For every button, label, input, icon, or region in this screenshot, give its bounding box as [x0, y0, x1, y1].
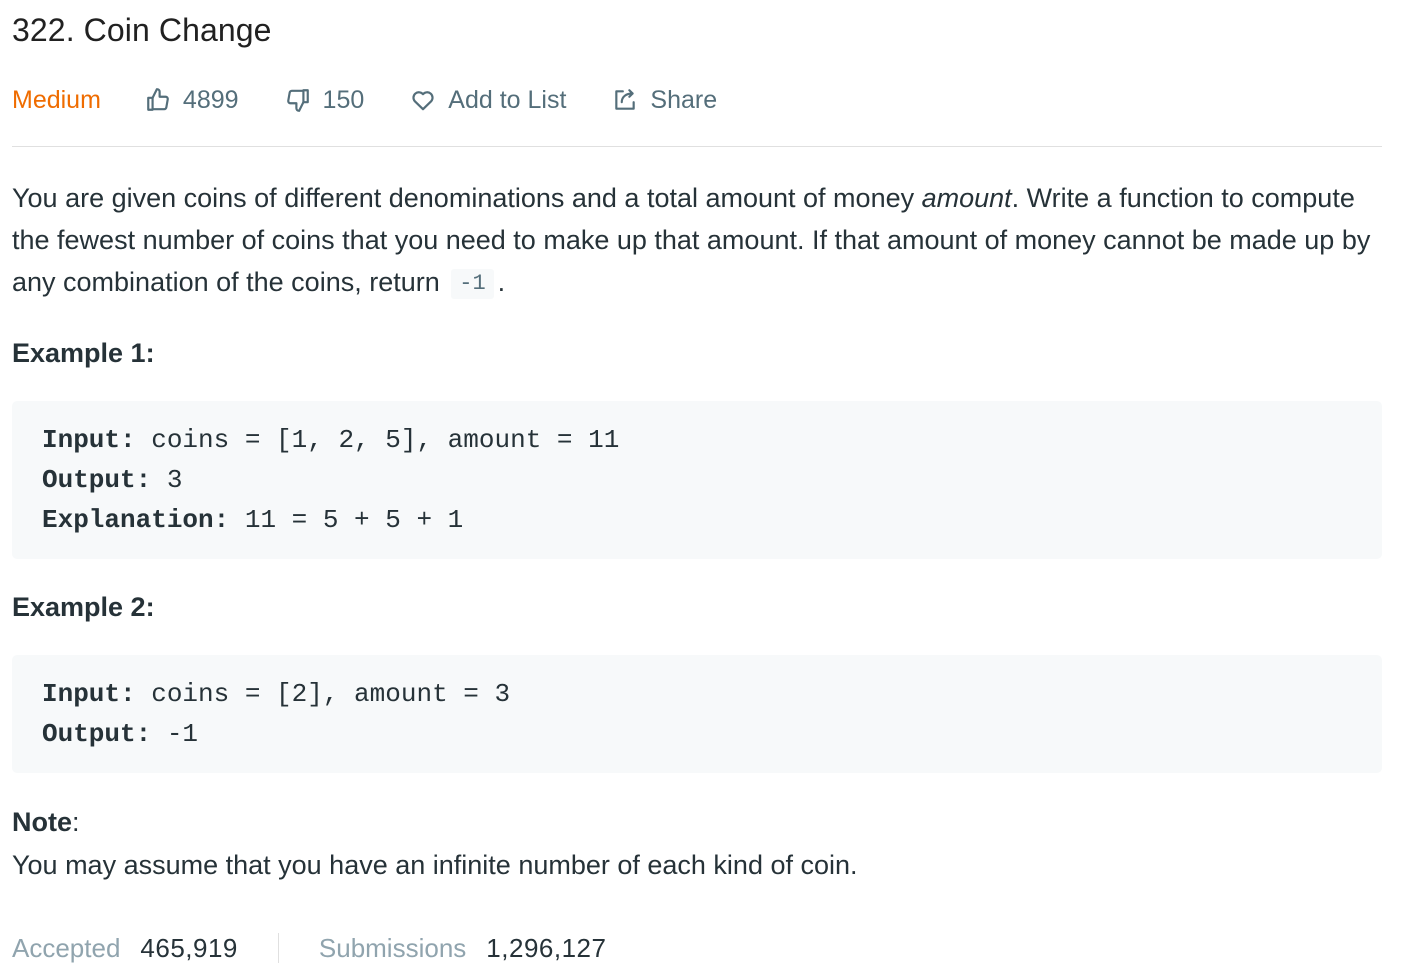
- stats-divider: [277, 933, 279, 963]
- example-1-output-value: 3: [151, 465, 183, 495]
- problem-page: 322. Coin Change Medium 4899 150 Add to …: [0, 0, 1418, 978]
- example-1-heading: Example 1:: [12, 338, 155, 368]
- description-text-3: .: [497, 267, 506, 297]
- submissions-value: 1,296,127: [486, 932, 607, 963]
- accepted-value: 465,919: [140, 932, 238, 963]
- problem-meta-row: Medium 4899 150 Add to List Share: [12, 78, 1382, 122]
- example-1-explanation-key: Explanation:: [42, 505, 230, 535]
- problem-title: 322. Coin Change: [12, 12, 272, 48]
- inline-code-minus-one: -1: [451, 269, 494, 299]
- note-text: You may assume that you have an infinite…: [12, 850, 858, 880]
- share-button[interactable]: Share: [612, 86, 717, 115]
- example-2-code-block: Input: coins = [2], amount = 3 Output: -1: [12, 655, 1382, 773]
- heart-icon: [412, 91, 434, 111]
- note-heading: Note:: [12, 803, 1382, 841]
- submissions-label: Submissions: [318, 932, 467, 963]
- example-1-input-line: Input: coins = [1, 2, 5], amount = 11: [42, 420, 1352, 460]
- add-to-list-label: Add to List: [448, 85, 567, 114]
- example-2-heading: Example 2:: [12, 592, 155, 622]
- example-1-code-block: Input: coins = [1, 2, 5], amount = 11 Out…: [12, 401, 1382, 559]
- dislike-count: 150: [322, 85, 365, 114]
- share-icon: [615, 89, 636, 110]
- example-2-output-key: Output:: [42, 719, 152, 749]
- dislike-button[interactable]: 150: [285, 85, 365, 115]
- example-2-input-line: Input: coins = [2], amount = 3: [42, 674, 1352, 714]
- accepted-label: Accepted: [12, 932, 121, 963]
- example-1-input-key: Input:: [42, 425, 136, 455]
- submission-stats: Accepted 465,919 Submissions 1,296,127: [12, 928, 606, 968]
- example-1-explanation-line: Explanation: 11 = 5 + 5 + 1: [42, 500, 1352, 540]
- example-1-input-value: coins = [1, 2, 5], amount = 11: [135, 425, 620, 455]
- note-heading-colon: :: [72, 807, 80, 837]
- example-2-input-key: Input:: [42, 679, 136, 709]
- note-heading-label: Note: [12, 807, 72, 837]
- thumbs-up-icon: [147, 88, 169, 111]
- difficulty-label: Medium: [12, 85, 101, 114]
- example-1-output-line: Output: 3: [42, 460, 1352, 500]
- header-divider: [12, 146, 1382, 147]
- description-italic-amount: amount: [921, 183, 1012, 213]
- example-2-output-line: Output: -1: [42, 714, 1352, 754]
- example-2-input-value: coins = [2], amount = 3: [135, 679, 511, 709]
- problem-description: You are given coins of different denomin…: [12, 177, 1382, 303]
- share-label: Share: [650, 85, 718, 114]
- example-2-output-value: -1: [151, 719, 199, 749]
- description-text-1: You are given coins of different denomin…: [12, 183, 922, 213]
- example-1-explanation-value: 11 = 5 + 5 + 1: [229, 505, 464, 535]
- thumbs-down-icon: [286, 89, 309, 112]
- like-button[interactable]: 4899: [145, 86, 239, 115]
- add-to-list-button[interactable]: Add to List: [410, 86, 566, 115]
- example-1-output-key: Output:: [42, 465, 152, 495]
- like-count: 4899: [182, 85, 239, 114]
